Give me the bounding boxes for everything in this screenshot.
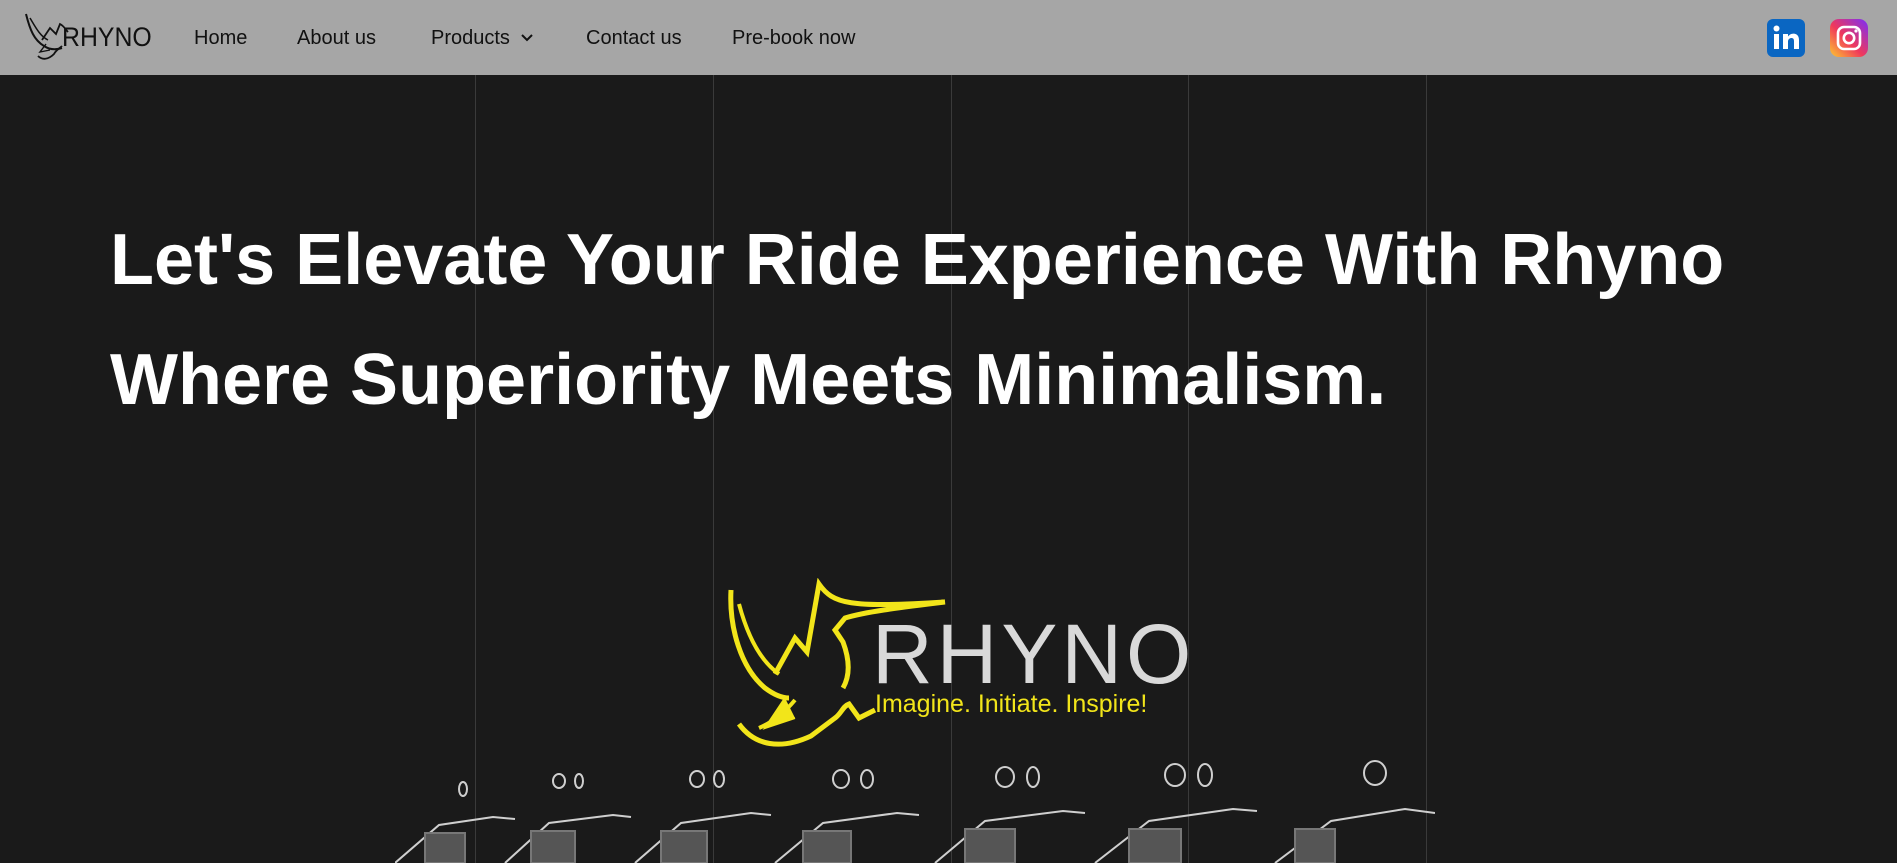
hero-heading-line-2: Where Superiority Meets Minimalism.	[110, 340, 1387, 420]
hero-heading: Let's Elevate Your Ride Experience With …	[110, 200, 1870, 440]
nav-about-us[interactable]: About us	[297, 27, 376, 50]
top-navbar: RHYNO Home About us Products Contact us …	[0, 0, 1897, 75]
background-divider	[1188, 75, 1189, 863]
chevron-down-icon[interactable]	[520, 31, 534, 45]
logo-text: RHYNO	[62, 22, 152, 52]
instagram-icon[interactable]	[1830, 19, 1868, 57]
linkedin-icon[interactable]	[1767, 19, 1805, 57]
brand-logo[interactable]: RHYNO	[20, 10, 152, 64]
nav-pre-book-now[interactable]: Pre-book now	[732, 27, 855, 50]
scooter-lineup-image	[395, 760, 1435, 863]
nav-products[interactable]: Products	[431, 27, 510, 50]
hero-heading-line-1: Let's Elevate Your Ride Experience With …	[110, 220, 1725, 300]
background-divider	[475, 75, 476, 863]
background-divider	[713, 75, 714, 863]
nav-contact-us[interactable]: Contact us	[586, 27, 682, 50]
nav-home[interactable]: Home	[194, 27, 247, 50]
hero-logo-tagline: Imagine. Initiate. Inspire!	[875, 690, 1148, 718]
background-divider	[1426, 75, 1427, 863]
hero-logo-wordmark: RHYNO	[872, 607, 1196, 701]
